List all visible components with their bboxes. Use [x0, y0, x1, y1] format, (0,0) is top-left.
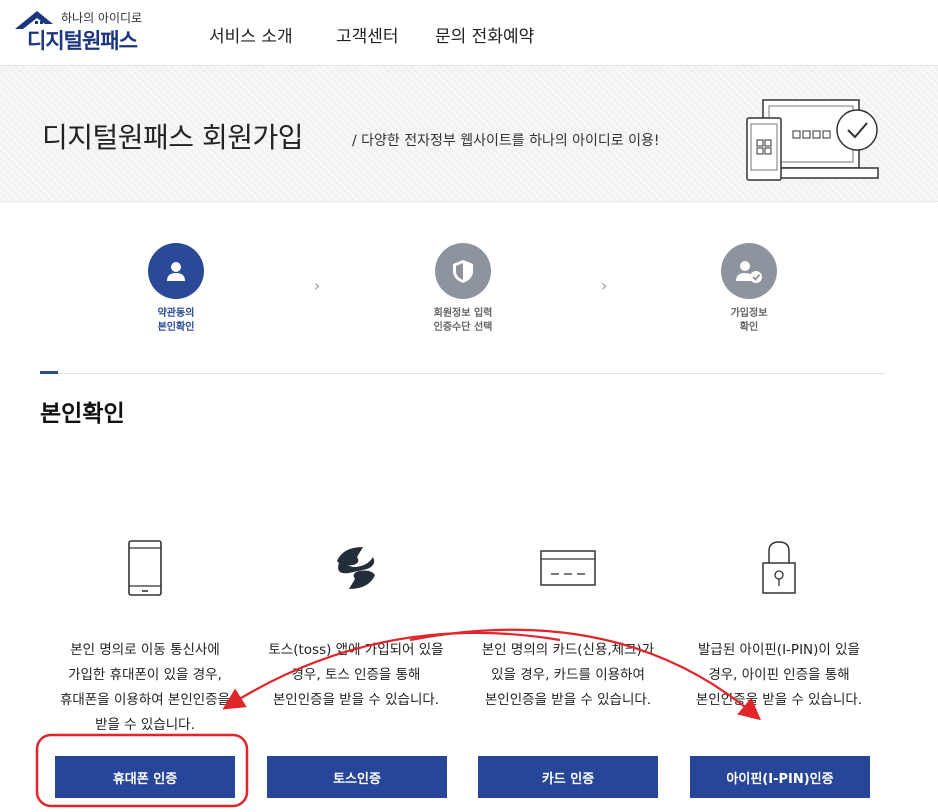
- mobile-desc-line: 휴대폰을 이용하여 본인인증을: [59, 692, 231, 708]
- mobile-desc-line: 가입한 휴대폰이 있을 경우,: [68, 667, 222, 683]
- ipin-desc-line: 본인인증을 받을 수 있습니다.: [695, 692, 863, 708]
- step-member-info: 회원정보 입력 인증수단 선택: [393, 243, 533, 335]
- ipin-desc-line: 경우, 아이핀 인증을 통해: [708, 667, 850, 683]
- nav-service-intro[interactable]: 서비스 소개: [209, 22, 293, 47]
- section-accent: [40, 371, 58, 374]
- page-banner: 디지털원패스 회원가입 / 다양한 전자정부 웹사이트를 하나의 아이디로 이용…: [0, 66, 938, 202]
- step-1-line1: 약관동의: [157, 308, 195, 319]
- nav-phone-reservation[interactable]: 문의 전화예약: [435, 22, 534, 47]
- step-agreement-verification: 약관동의 본인확인: [106, 243, 246, 335]
- page-subtitle: / 다양한 전자정부 웹사이트를 하나의 아이디로 이용!: [352, 133, 660, 149]
- chevron-right-icon: ›: [601, 276, 608, 295]
- step-3-line1: 가입정보: [730, 308, 768, 319]
- logo-tagline: 하나의 아이디로: [61, 11, 143, 25]
- toss-desc-line: 본인인증을 받을 수 있습니다.: [272, 692, 440, 708]
- nav-customer-center[interactable]: 고객센터: [336, 22, 399, 47]
- step-2-line2: 인증수단 선택: [433, 322, 493, 333]
- logo-name: 디지털원패스: [27, 29, 138, 53]
- chevron-right-icon: ›: [314, 276, 321, 295]
- ipin-desc-line: 발급된 아이핀(I-PIN)이 있을: [698, 642, 860, 658]
- card-desc-line: 있을 경우, 카드를 이용하여: [491, 667, 645, 683]
- devices-check-icon: [746, 99, 879, 181]
- user-icon: [148, 243, 204, 299]
- padlock-icon: [674, 530, 884, 606]
- toss-desc-line: 경우, 토스 인증을 통해: [291, 667, 421, 683]
- card-auth-button[interactable]: 카드 인증: [478, 756, 658, 798]
- credit-card-icon: [463, 530, 673, 606]
- method-card-toss: 토스(toss) 앱에 가입되어 있을 경우, 토스 인증을 통해 본인인증을 …: [251, 530, 461, 713]
- ipin-auth-button[interactable]: 아이핀(I-PIN)인증: [690, 756, 870, 798]
- section-title: 본인확인: [40, 401, 125, 427]
- method-card-credit: 본인 명의의 카드(신용,체크)가 있을 경우, 카드를 이용하여 본인인증을 …: [463, 530, 673, 713]
- step-3-line2: 확인: [739, 322, 759, 333]
- step-confirm: 가입정보 확인: [679, 243, 819, 335]
- mobile-auth-button[interactable]: 휴대폰 인증: [55, 756, 235, 798]
- logo[interactable]: 하나의 아이디로 디지털원패스: [13, 7, 153, 53]
- mobile-desc-line: 본인 명의로 이동 통신사에: [70, 642, 220, 658]
- step-1-line2: 본인확인: [157, 322, 195, 333]
- method-card-ipin: 발급된 아이핀(I-PIN)이 있을 경우, 아이핀 인증을 통해 본인인증을 …: [674, 530, 884, 713]
- card-desc-line: 본인인증을 받을 수 있습니다.: [484, 692, 652, 708]
- method-card-mobile: 본인 명의로 이동 통신사에 가입한 휴대폰이 있을 경우, 휴대폰을 이용하여…: [40, 530, 250, 738]
- site-header: 하나의 아이디로 디지털원패스 서비스 소개 고객센터 문의 전화예약: [0, 0, 938, 66]
- toss-logo-icon: [251, 530, 461, 606]
- section-divider: [40, 373, 885, 374]
- mobile-desc-line: 받을 수 있습니다.: [95, 717, 195, 733]
- shield-icon: [435, 243, 491, 299]
- step-2-line1: 회원정보 입력: [433, 308, 493, 319]
- page-title: 디지털원패스 회원가입: [42, 121, 304, 154]
- card-desc-line: 본인 명의의 카드(신용,체크)가: [481, 642, 655, 658]
- toss-desc-line: 토스(toss) 앱에 가입되어 있을: [268, 642, 444, 658]
- mobile-phone-icon: [40, 530, 250, 606]
- toss-auth-button[interactable]: 토스인증: [267, 756, 447, 798]
- user-check-icon: [721, 243, 777, 299]
